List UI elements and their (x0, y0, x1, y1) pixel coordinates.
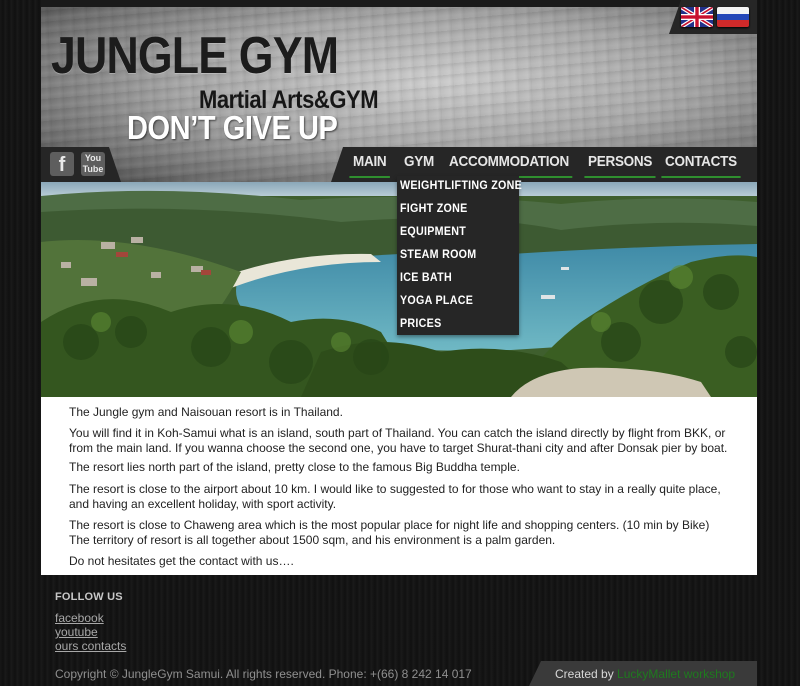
credits-box: Created by LuckyMallet workshop (529, 661, 757, 686)
site-header: JUNGLE GYM Martial Arts&GYM DON’T GIVE U… (41, 0, 757, 182)
main-content: The Jungle gym and Naisouan resort is in… (41, 397, 757, 575)
paragraph: The resort is close to the airport about… (69, 482, 721, 511)
english-flag-icon[interactable] (681, 7, 713, 27)
slogan: DON’T GIVE UP (127, 109, 338, 146)
paragraph: The Jungle gym and Naisouan resort is in… (69, 405, 343, 419)
gym-submenu: WEIGHTLIFTING ZONE FIGHT ZONE EQUIPMENT … (397, 176, 522, 335)
youtube-icon[interactable]: You Tube (81, 152, 105, 176)
language-switcher (669, 0, 757, 34)
nav-item-persons[interactable]: PERSONS (584, 151, 656, 178)
social-icons: f You Tube (41, 147, 121, 182)
footer-link-youtube[interactable]: youtube (55, 625, 98, 639)
russian-flag-icon[interactable] (717, 7, 749, 27)
submenu-item-yoga-place[interactable]: YOGA PLACE (400, 291, 473, 311)
nav-item-contacts[interactable]: CONTACTS (661, 151, 741, 178)
site-footer: FOLLOW US facebook youtube ours contacts… (41, 575, 757, 686)
follow-us-heading: FOLLOW US (55, 591, 123, 603)
footer-link-contacts[interactable]: ours contacts (55, 639, 126, 653)
submenu-item-steam-room[interactable]: STEAM ROOM (400, 245, 476, 265)
created-by-text: Created by LuckyMallet workshop (555, 667, 736, 681)
creator-link[interactable]: LuckyMallet workshop (617, 667, 735, 681)
paragraph: Do not hesitates get the contact with us… (69, 554, 294, 568)
submenu-item-fight-zone[interactable]: FIGHT ZONE (400, 199, 468, 219)
header-top-bar (41, 0, 757, 7)
nav-item-gym[interactable]: GYM (404, 151, 434, 173)
submenu-item-prices[interactable]: PRICES (400, 314, 442, 334)
submenu-item-ice-bath[interactable]: ICE BATH (400, 268, 452, 288)
main-navigation: MAIN GYM ACCOMMODATION PERSONS CONTACTS (331, 147, 757, 182)
submenu-item-equipment[interactable]: EQUIPMENT (400, 222, 466, 242)
footer-link-facebook[interactable]: facebook (55, 611, 104, 625)
nav-item-accommodation[interactable]: ACCOMMODATION (445, 151, 573, 178)
paragraph: The resort lies north part of the island… (69, 460, 520, 474)
copyright-text: Copyright © JungleGym Samui. All rights … (55, 667, 472, 681)
paragraph: You will find it in Koh-Samui what is an… (69, 426, 728, 455)
facebook-icon[interactable]: f (50, 152, 74, 176)
logo-title[interactable]: JUNGLE GYM (51, 28, 339, 84)
nav-item-main[interactable]: MAIN (349, 151, 391, 178)
submenu-item-weightlifting-zone[interactable]: WEIGHTLIFTING ZONE (400, 176, 522, 196)
paragraph: The resort is close to Chaweng area whic… (69, 518, 710, 547)
